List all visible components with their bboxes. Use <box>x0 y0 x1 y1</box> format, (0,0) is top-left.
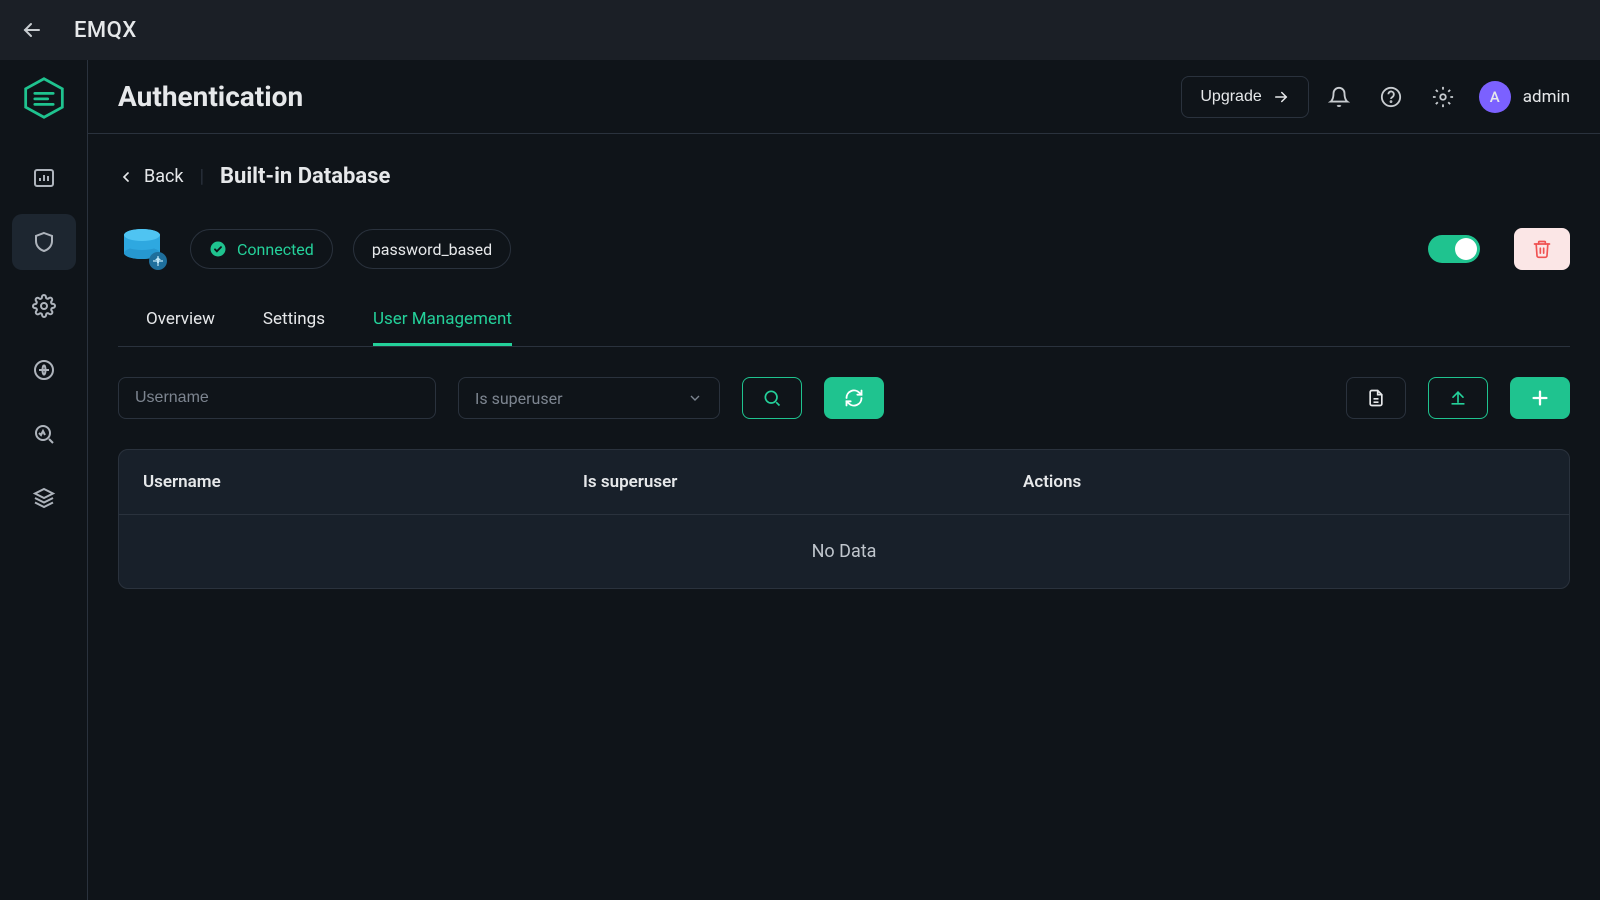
users-table: Username Is superuser Actions No Data <box>118 449 1570 589</box>
settings-button[interactable] <box>1421 75 1465 119</box>
export-button[interactable] <box>1346 377 1406 419</box>
chevron-left-icon <box>118 169 134 185</box>
search-button[interactable] <box>742 377 802 419</box>
gear-icon <box>32 294 56 318</box>
add-user-button[interactable] <box>1510 377 1570 419</box>
status-label: Connected <box>237 240 314 259</box>
filter-toolbar: Is superuser <box>118 377 1570 419</box>
arrow-left-icon <box>20 18 44 42</box>
bell-icon <box>1328 86 1350 108</box>
activity-search-icon <box>32 422 56 446</box>
product-logo[interactable] <box>20 74 68 122</box>
col-header-actions: Actions <box>1023 472 1545 492</box>
sidebar-item-integration[interactable] <box>12 342 76 398</box>
avatar[interactable]: A <box>1479 81 1511 113</box>
file-text-icon <box>1366 388 1386 408</box>
upgrade-button[interactable]: Upgrade <box>1181 76 1308 118</box>
help-button[interactable] <box>1369 75 1413 119</box>
mechanism-label: password_based <box>372 240 492 259</box>
sidebar-item-cluster[interactable] <box>12 470 76 526</box>
page-content: Back | Built-in Database <box>88 134 1600 589</box>
gear-icon <box>1432 86 1454 108</box>
tab-user-management[interactable]: User Management <box>373 309 512 346</box>
shield-icon <box>32 230 56 254</box>
refresh-button[interactable] <box>824 377 884 419</box>
database-icon <box>118 223 170 275</box>
upload-icon <box>1448 388 1468 408</box>
sidebar-item-diagnose[interactable] <box>12 406 76 462</box>
help-circle-icon <box>1380 86 1402 108</box>
app-back-button[interactable] <box>20 18 44 42</box>
back-link[interactable]: Back <box>118 166 184 187</box>
page-title: Authentication <box>118 80 303 113</box>
table-empty-state: No Data <box>119 515 1569 588</box>
data-flow-icon <box>32 358 56 382</box>
search-icon <box>762 388 782 408</box>
breadcrumb-title: Built-in Database <box>220 164 390 189</box>
page-header: Authentication Upgrade A admin <box>88 60 1600 134</box>
trash-icon <box>1532 239 1552 259</box>
username-filter-input[interactable] <box>118 377 436 419</box>
bar-chart-icon <box>32 166 56 190</box>
sidebar-item-management[interactable] <box>12 278 76 334</box>
refresh-icon <box>844 388 864 408</box>
sidebar <box>0 60 88 900</box>
arrow-right-icon <box>1272 88 1290 106</box>
table-header: Username Is superuser Actions <box>119 450 1569 515</box>
hexagon-logo-icon <box>22 76 66 120</box>
layers-icon <box>32 486 56 510</box>
sidebar-item-access-control[interactable] <box>12 214 76 270</box>
mechanism-pill: password_based <box>353 229 511 269</box>
breadcrumb-separator: | <box>200 166 204 187</box>
superuser-placeholder: Is superuser <box>475 389 563 408</box>
col-header-superuser: Is superuser <box>583 472 1023 492</box>
brand-name: EMQX <box>74 18 137 43</box>
superuser-filter-select[interactable]: Is superuser <box>458 377 720 419</box>
avatar-initial: A <box>1490 88 1500 106</box>
enable-toggle[interactable] <box>1428 235 1480 263</box>
app-topbar: EMQX <box>0 0 1600 60</box>
tab-overview[interactable]: Overview <box>146 309 215 346</box>
tab-settings[interactable]: Settings <box>263 309 325 346</box>
upgrade-label: Upgrade <box>1200 88 1261 106</box>
tabs: Overview Settings User Management <box>118 309 1570 347</box>
import-button[interactable] <box>1428 377 1488 419</box>
status-pill-connected: Connected <box>190 229 333 269</box>
chevron-down-icon <box>687 390 703 406</box>
check-circle-icon <box>209 240 227 258</box>
breadcrumb: Back | Built-in Database <box>118 164 1570 189</box>
current-user-name: admin <box>1523 87 1570 107</box>
plus-icon <box>1529 387 1551 409</box>
notifications-button[interactable] <box>1317 75 1361 119</box>
main-area: Authentication Upgrade A admin <box>88 60 1600 900</box>
back-label: Back <box>144 166 184 187</box>
sidebar-item-dashboard[interactable] <box>12 150 76 206</box>
col-header-username: Username <box>143 472 583 492</box>
resource-summary: Connected password_based <box>118 223 1570 275</box>
delete-button[interactable] <box>1514 228 1570 270</box>
